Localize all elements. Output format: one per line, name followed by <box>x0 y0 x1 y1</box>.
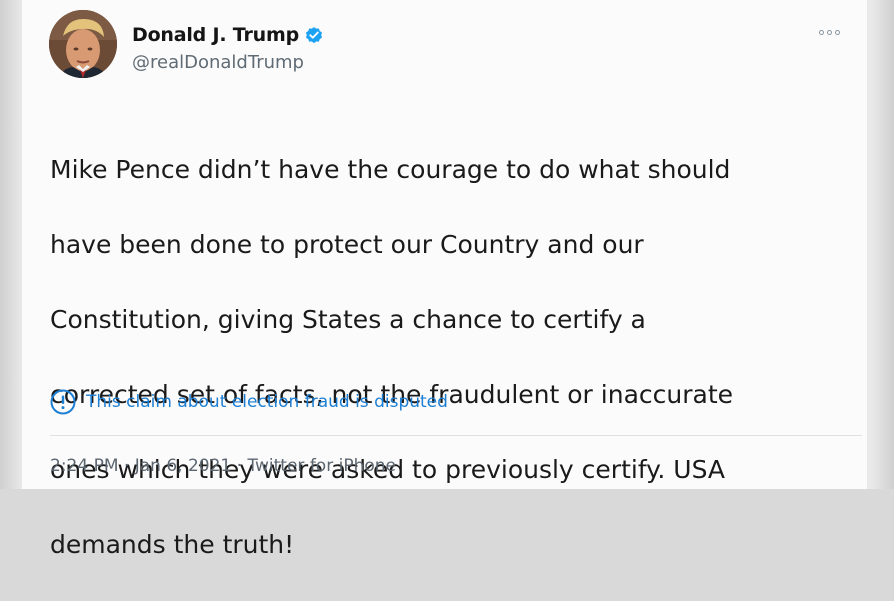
more-dot <box>835 29 840 35</box>
tweet-metadata: 2:24 PM · Jan 6, 2021 · Twitter for iPho… <box>50 456 396 476</box>
tweet-date[interactable]: Jan 6, 2021 <box>135 456 232 476</box>
disputed-claim-text[interactable]: This claim about election fraud is dispu… <box>86 392 448 412</box>
tweet-text-line: Mike Pence didn’t have the courage to do… <box>50 154 731 184</box>
avatar[interactable] <box>49 10 117 78</box>
tweet-time[interactable]: 2:24 PM <box>50 456 119 476</box>
tweet-text: Mike Pence didn’t have the courage to do… <box>50 113 850 601</box>
verified-badge-icon <box>304 25 324 45</box>
tweet-text-line: Constitution, giving States a chance to … <box>50 304 646 334</box>
tweet-text-line: have been done to protect our Country an… <box>50 229 644 259</box>
more-dot <box>819 29 824 35</box>
more-dot <box>827 29 832 35</box>
divider <box>50 435 862 436</box>
author-name-row: Donald J. Trump <box>132 23 324 47</box>
author-handle[interactable]: @realDonaldTrump <box>132 52 304 73</box>
tweet-text-line: demands the truth! <box>50 529 295 559</box>
screenshot-frame: Donald J. Trump @realDonaldTrump Mike Pe… <box>0 0 894 559</box>
meta-separator: · <box>231 456 248 476</box>
profile-photo-icon <box>49 10 117 78</box>
author-display-name[interactable]: Donald J. Trump <box>132 24 299 46</box>
disputed-claim-notice[interactable]: This claim about election fraud is dispu… <box>50 388 448 416</box>
more-options-icon[interactable] <box>819 27 843 37</box>
meta-separator: · <box>118 456 135 476</box>
tweet-card: Donald J. Trump @realDonaldTrump Mike Pe… <box>22 0 867 559</box>
tweet-source[interactable]: Twitter for iPhone <box>247 456 396 476</box>
info-circle-icon <box>50 389 76 415</box>
